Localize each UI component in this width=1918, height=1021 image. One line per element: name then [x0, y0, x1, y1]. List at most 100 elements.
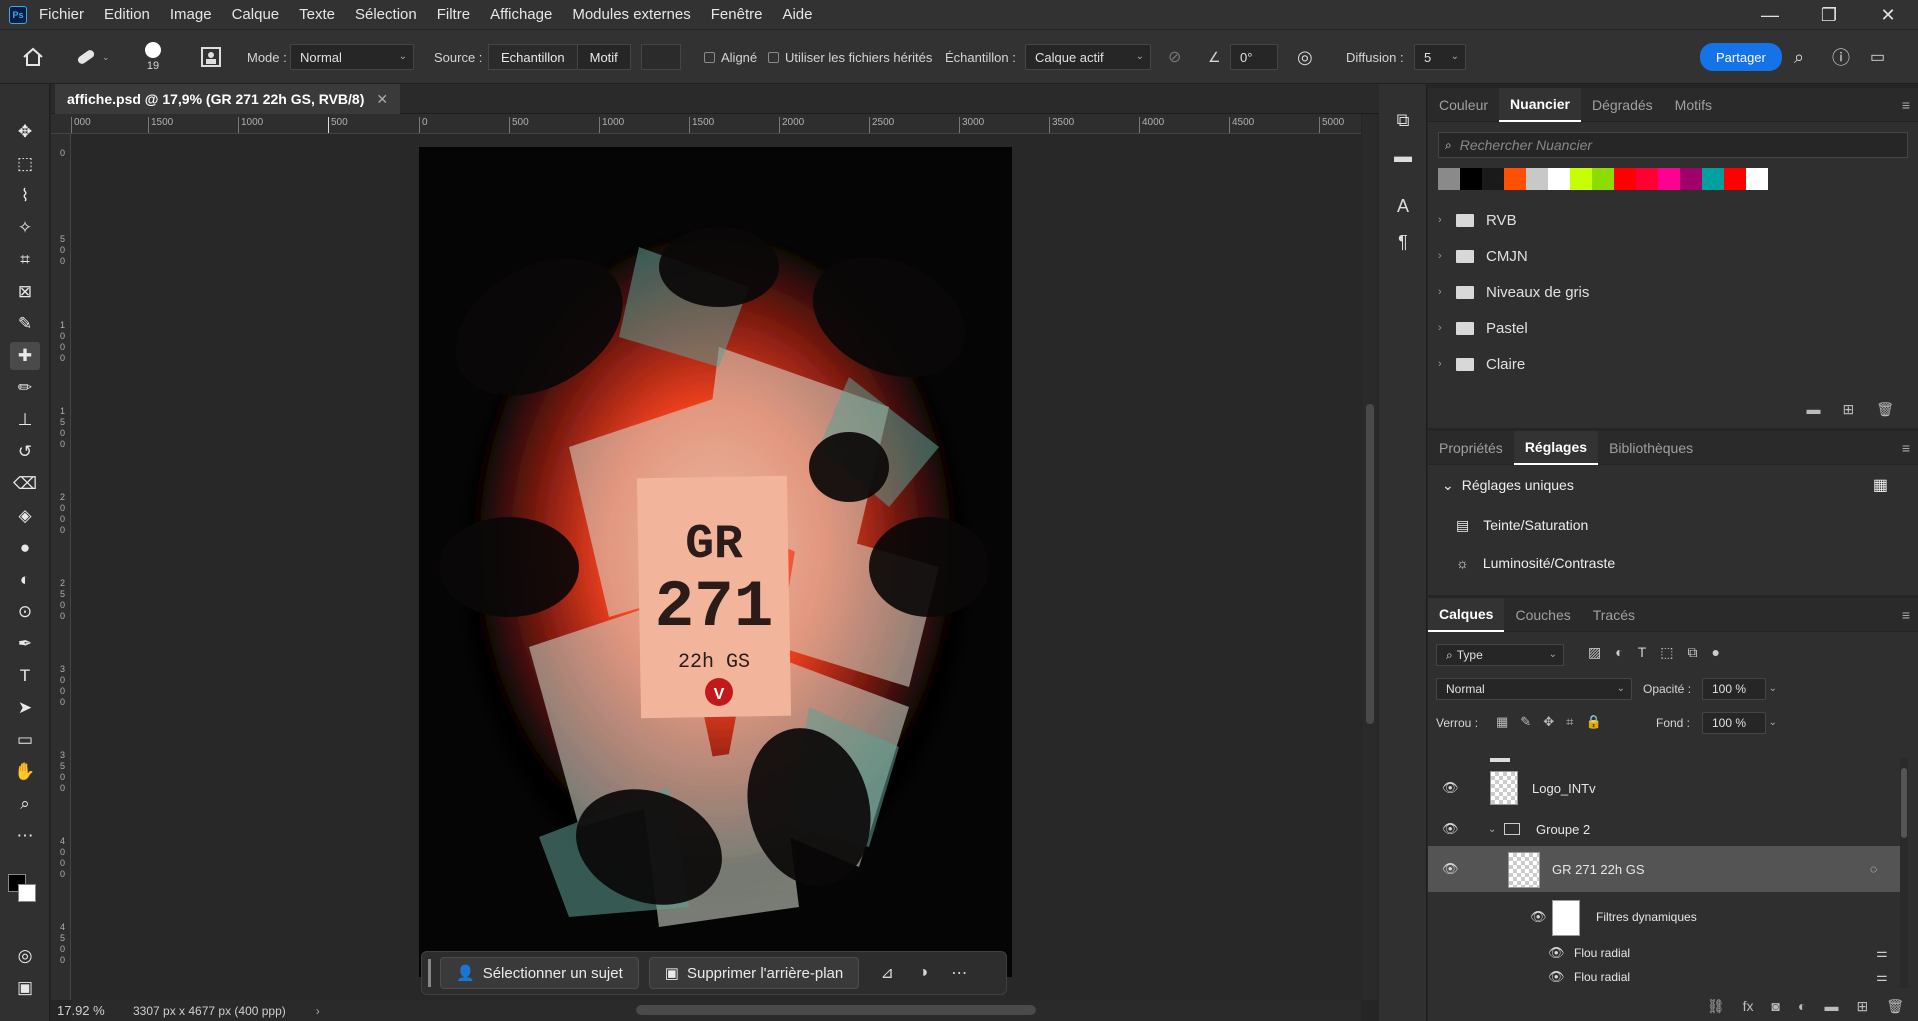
folder-cmjn[interactable]: › CMJN	[1428, 238, 1918, 274]
minimize-button[interactable]: —	[1742, 0, 1798, 30]
color-swatch[interactable]	[1746, 168, 1768, 190]
eyedropper-icon[interactable]: ✎	[10, 310, 40, 338]
quick-selection-icon[interactable]: ⌇	[10, 182, 40, 210]
tab-nuancier[interactable]: Nuancier	[1499, 87, 1581, 122]
sponge-icon[interactable]: ⊙	[10, 598, 40, 626]
angle-input[interactable]: 0°	[1230, 44, 1278, 70]
comments-panel-icon[interactable]: ▬	[1391, 144, 1415, 168]
history-panel-icon[interactable]: ⧉	[1391, 108, 1415, 132]
ignore-adjustments-icon[interactable]: ⊘	[1168, 30, 1181, 84]
panel-menu-icon[interactable]: ≡	[1902, 440, 1910, 456]
blur-tool-icon[interactable]: ●	[10, 534, 40, 562]
adjustment-hue-saturation[interactable]: ▤ Teinte/Saturation	[1428, 505, 1918, 545]
filter-type-icon[interactable]: T	[1638, 644, 1647, 661]
layer-style-icon[interactable]: fx	[1743, 998, 1754, 1015]
adjustment-layer-icon[interactable]: ◐	[1798, 998, 1806, 1015]
tab-traces[interactable]: Tracés	[1582, 598, 1646, 632]
color-swatch[interactable]	[1592, 168, 1614, 190]
lock-all-icon[interactable]: 🔒	[1585, 714, 1601, 730]
scrollbar-thumb[interactable]	[1366, 404, 1374, 724]
healing-brush-icon[interactable]: ⌄	[74, 30, 110, 84]
layer-row[interactable]: 👁 Logo_INTv	[1428, 768, 1908, 808]
filter-pixel-icon[interactable]: ▨	[1588, 644, 1601, 661]
healing-brush-tool-icon[interactable]: ✚	[10, 342, 40, 370]
close-button[interactable]: ✕	[1860, 0, 1916, 30]
layer-mask-icon[interactable]: ◙	[1772, 998, 1780, 1015]
visibility-eye-icon[interactable]: 👁	[1530, 909, 1547, 925]
filter-row[interactable]: 👁 Flou radial ⚌	[1428, 966, 1908, 988]
filter-toggle-icon[interactable]: ●	[1712, 644, 1720, 661]
blend-mode-dropdown[interactable]: Normal ⌄	[1436, 678, 1632, 700]
marquee-tool-icon[interactable]: ⬚	[10, 150, 40, 178]
hand-tool-icon[interactable]: ✋	[10, 758, 40, 786]
tab-degrades[interactable]: Dégradés	[1581, 88, 1664, 122]
filter-row[interactable]: 👁 Flou radial ⚌	[1428, 942, 1908, 964]
visibility-eye-icon[interactable]: 👁	[1442, 821, 1459, 837]
new-layer-icon[interactable]: ⊞	[1856, 998, 1868, 1015]
new-swatch-icon[interactable]: ⊞	[1842, 401, 1854, 418]
close-tab-icon[interactable]: ✕	[376, 91, 388, 108]
character-panel-icon[interactable]: A	[1391, 194, 1415, 218]
source-pattern-button[interactable]: Motif	[577, 44, 631, 70]
workspace-icon[interactable]: ▭	[1870, 30, 1885, 84]
folder-niveaux-de-gris[interactable]: › Niveaux de gris	[1428, 274, 1918, 310]
color-swatch[interactable]	[1636, 168, 1658, 190]
aligned-checkbox[interactable]	[704, 51, 715, 63]
chevron-right-icon[interactable]: ›	[316, 1004, 320, 1018]
color-swatch[interactable]	[1702, 168, 1724, 190]
tab-proprietes[interactable]: Propriétés	[1428, 431, 1514, 465]
menu-fichier[interactable]: Fichier	[39, 6, 84, 23]
menu-calque[interactable]: Calque	[232, 6, 280, 23]
filter-shape-icon[interactable]: ⬚	[1660, 644, 1673, 661]
share-button[interactable]: Partager	[1700, 43, 1782, 71]
brush-size-picker[interactable]: 19	[145, 30, 161, 84]
clone-source-icon[interactable]	[200, 30, 222, 84]
zoom-tool-icon[interactable]: ⌕	[10, 790, 40, 818]
background-color-swatch[interactable]	[18, 884, 36, 902]
search-icon[interactable]: ⌕	[1794, 30, 1804, 84]
tab-reglages[interactable]: Réglages	[1513, 430, 1599, 465]
frame-tool-icon[interactable]: ⊠	[10, 278, 40, 306]
drag-handle[interactable]	[428, 959, 431, 987]
delete-icon[interactable]: 🗑	[1876, 401, 1894, 418]
home-icon[interactable]	[22, 30, 44, 84]
lock-position-icon[interactable]: ✥	[1543, 714, 1554, 730]
color-swatch[interactable]	[1724, 168, 1746, 190]
chevron-down-icon[interactable]: ⌄	[1488, 824, 1496, 835]
visibility-eye-icon[interactable]: 👁	[1442, 780, 1459, 796]
vertical-scrollbar[interactable]	[1362, 114, 1378, 1000]
scrollbar-thumb[interactable]	[1901, 768, 1907, 838]
layer-row[interactable]: 👁 ⌄ Groupe 2	[1428, 814, 1908, 844]
path-selection-icon[interactable]: ➤	[10, 694, 40, 722]
type-tool-icon[interactable]: T	[10, 662, 40, 690]
layer-filter-dropdown[interactable]: ⌕ Type ⌄	[1436, 644, 1564, 666]
section-header[interactable]: ⌄ Réglages uniques ▦	[1428, 465, 1918, 505]
layer-row[interactable]: 👁 Filtres dynamiques	[1428, 894, 1908, 940]
scrollbar-thumb[interactable]	[636, 1005, 1036, 1015]
color-swatch[interactable]	[1658, 168, 1680, 190]
color-swatch[interactable]	[1438, 168, 1460, 190]
magic-wand-icon[interactable]: ✧	[10, 214, 40, 242]
menu-edition[interactable]: Edition	[104, 6, 150, 23]
menu-modules-externes[interactable]: Modules externes	[572, 6, 690, 23]
adjustment-brightness-contrast[interactable]: ☼ Luminosité/Contraste	[1428, 545, 1918, 581]
crop-tool-icon[interactable]: ⌗	[10, 246, 40, 274]
document-canvas[interactable]: GR 271 22h GS V	[419, 147, 1012, 977]
mode-dropdown[interactable]: Normal ⌄	[290, 44, 414, 70]
visibility-eye-icon[interactable]: 👁	[1548, 945, 1565, 961]
menu-fenetre[interactable]: Fenêtre	[711, 6, 763, 23]
menu-selection[interactable]: Sélection	[355, 6, 417, 23]
screen-mode-icon[interactable]: ▣	[10, 974, 40, 1002]
zoom-level[interactable]: 17.92 %	[51, 1003, 123, 1018]
menu-image[interactable]: Image	[170, 6, 212, 23]
grid-view-icon[interactable]: ▦	[1873, 475, 1888, 495]
pressure-icon[interactable]: ◎	[1297, 30, 1313, 84]
pen-tool-icon[interactable]: ✒	[10, 630, 40, 658]
link-layers-icon[interactable]: ⛓	[1707, 998, 1725, 1015]
swatch-search-field[interactable]: ⌕ Rechercher Nuancier	[1438, 132, 1908, 158]
filter-smart-icon[interactable]: ⧉	[1688, 644, 1698, 661]
delete-layer-icon[interactable]: 🗑	[1886, 998, 1904, 1015]
sample-dropdown[interactable]: Calque actif ⌄	[1025, 44, 1151, 70]
select-subject-button[interactable]: 👤 Sélectionner un sujet	[440, 957, 639, 989]
filter-options-icon[interactable]: ⚌	[1876, 969, 1888, 985]
